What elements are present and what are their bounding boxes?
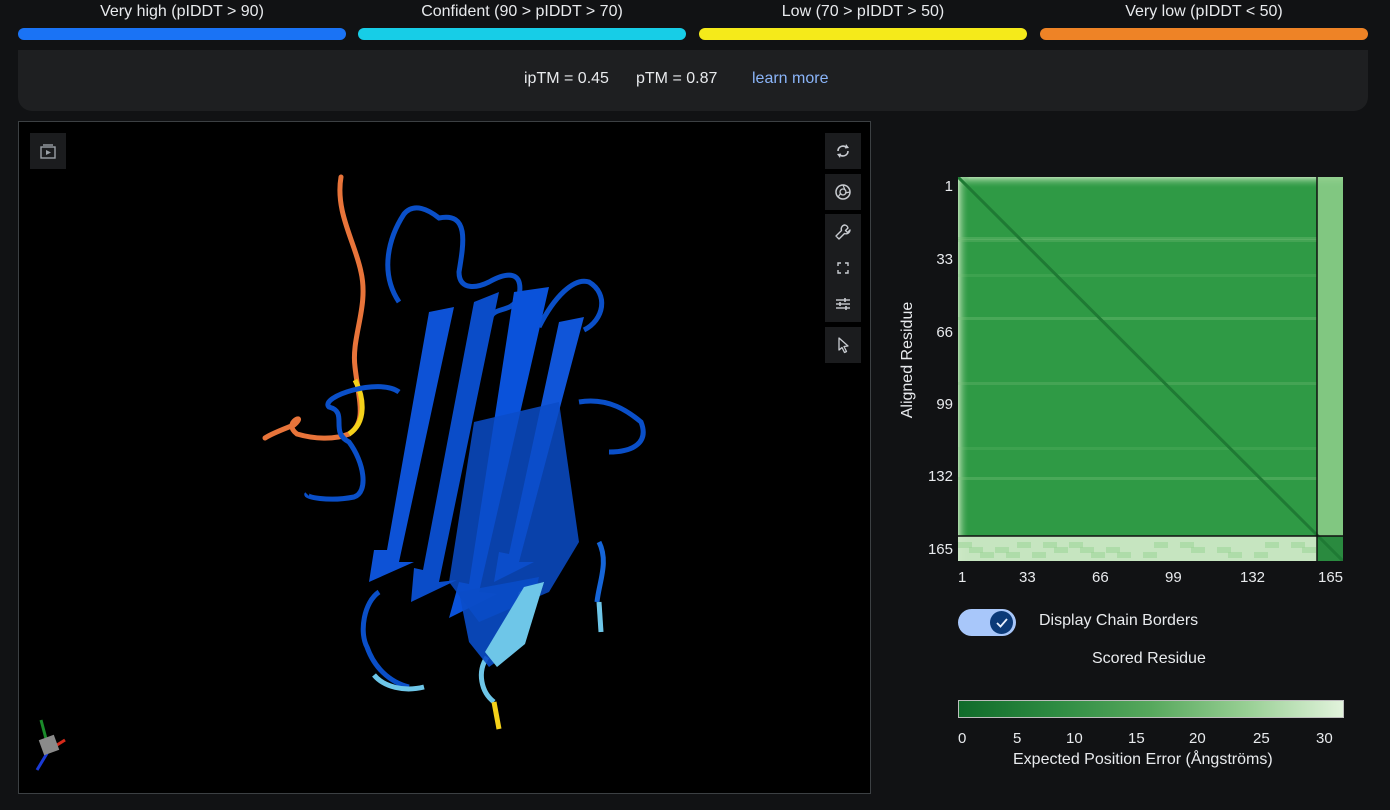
legend-bar bbox=[1040, 28, 1368, 40]
pae-y-tick: 1 bbox=[944, 178, 953, 195]
pae-mottle bbox=[1032, 552, 1046, 558]
legend-bar bbox=[358, 28, 686, 40]
pae-y-tick: 33 bbox=[936, 251, 953, 268]
pae-x-tick: 132 bbox=[1240, 569, 1266, 586]
pae-colorbar bbox=[958, 700, 1344, 718]
pae-mottle bbox=[1228, 552, 1242, 558]
legend-label: Confident (90 > pIDDT > 70) bbox=[421, 3, 623, 20]
chain-borders-label: Display Chain Borders bbox=[1039, 612, 1199, 629]
pae-heatmap-svg bbox=[956, 175, 1345, 563]
pae-y-axis-label: Aligned Residue bbox=[898, 260, 918, 460]
pae-x-tick: 33 bbox=[1019, 569, 1036, 586]
legend-label: Very high (pIDDT > 90) bbox=[100, 3, 264, 20]
colorbar-tick: 0 bbox=[958, 730, 967, 747]
colorbar-title: Expected Position Error (Ångströms) bbox=[1013, 751, 1273, 768]
legend-bar bbox=[18, 28, 346, 40]
pae-mottle bbox=[1265, 542, 1279, 548]
colorbar-tick: 20 bbox=[1189, 730, 1206, 747]
colorbar-tick: 25 bbox=[1253, 730, 1270, 747]
protein-structure-render bbox=[35, 174, 646, 771]
colorbar-tick: 10 bbox=[1066, 730, 1083, 747]
checkmark-icon bbox=[995, 617, 1008, 628]
pae-mottle bbox=[1054, 547, 1068, 553]
pae-x-tick: 99 bbox=[1165, 569, 1182, 586]
pae-mottle bbox=[1006, 552, 1020, 558]
legend-confident: Confident (90 > pIDDT > 70) bbox=[358, 0, 686, 44]
colorbar-tick: 5 bbox=[1013, 730, 1022, 747]
pae-y-tick: 165 bbox=[927, 541, 953, 558]
colorbar-tick: 15 bbox=[1128, 730, 1145, 747]
pae-x-tick: 66 bbox=[1092, 569, 1109, 586]
pae-mottle bbox=[1254, 552, 1268, 558]
legend-label: Low (70 > pIDDT > 50) bbox=[781, 3, 945, 20]
pae-streak bbox=[958, 382, 1317, 385]
chain-borders-toggle[interactable] bbox=[958, 609, 1016, 636]
legend-low: Low (70 > pIDDT > 50) bbox=[699, 0, 1027, 44]
legend-very-high: Very high (pIDDT > 90) bbox=[18, 0, 346, 44]
pae-mottle bbox=[980, 552, 994, 558]
legend-label: Very low (pIDDT < 50) bbox=[1125, 3, 1283, 20]
pae-y-tick: 99 bbox=[936, 396, 953, 413]
ptm-value: pTM = 0.87 bbox=[636, 70, 718, 87]
legend-very-low: Very low (pIDDT < 50) bbox=[1040, 0, 1368, 44]
iptm-value: ipTM = 0.45 bbox=[524, 70, 609, 87]
pae-streak bbox=[958, 317, 1317, 320]
pae-mottle bbox=[1143, 552, 1157, 558]
pae-streak bbox=[958, 274, 1317, 277]
colorbar-tick: 30 bbox=[1316, 730, 1333, 747]
pae-mottle bbox=[1302, 547, 1316, 553]
pae-interchain-block-right bbox=[1317, 177, 1343, 536]
pae-mottle bbox=[1154, 542, 1168, 548]
pae-streak bbox=[958, 239, 1317, 242]
pae-streak bbox=[958, 447, 1317, 450]
pae-mottle bbox=[1191, 547, 1205, 553]
pae-mottle bbox=[1017, 542, 1031, 548]
pae-x-tick: 165 bbox=[1318, 569, 1344, 586]
pae-x-tick: 1 bbox=[958, 569, 967, 586]
learn-more-link[interactable]: learn more bbox=[752, 70, 828, 88]
pae-y-tick: 132 bbox=[927, 468, 953, 485]
metrics-panel: ipTM = 0.45 pTM = 0.87 learn more bbox=[18, 50, 1368, 111]
pae-heatmap[interactable] bbox=[956, 175, 1345, 563]
legend-bar bbox=[699, 28, 1027, 40]
pae-mottle bbox=[1091, 552, 1105, 558]
pae-y-tick: 66 bbox=[936, 324, 953, 341]
pae-x-axis-label: Scored Residue bbox=[1092, 650, 1206, 667]
toggle-knob bbox=[990, 611, 1013, 634]
structure-viewer[interactable] bbox=[18, 121, 871, 794]
pae-y-axis-label-text: Aligned Residue bbox=[899, 301, 916, 419]
pae-mottle bbox=[1117, 552, 1131, 558]
